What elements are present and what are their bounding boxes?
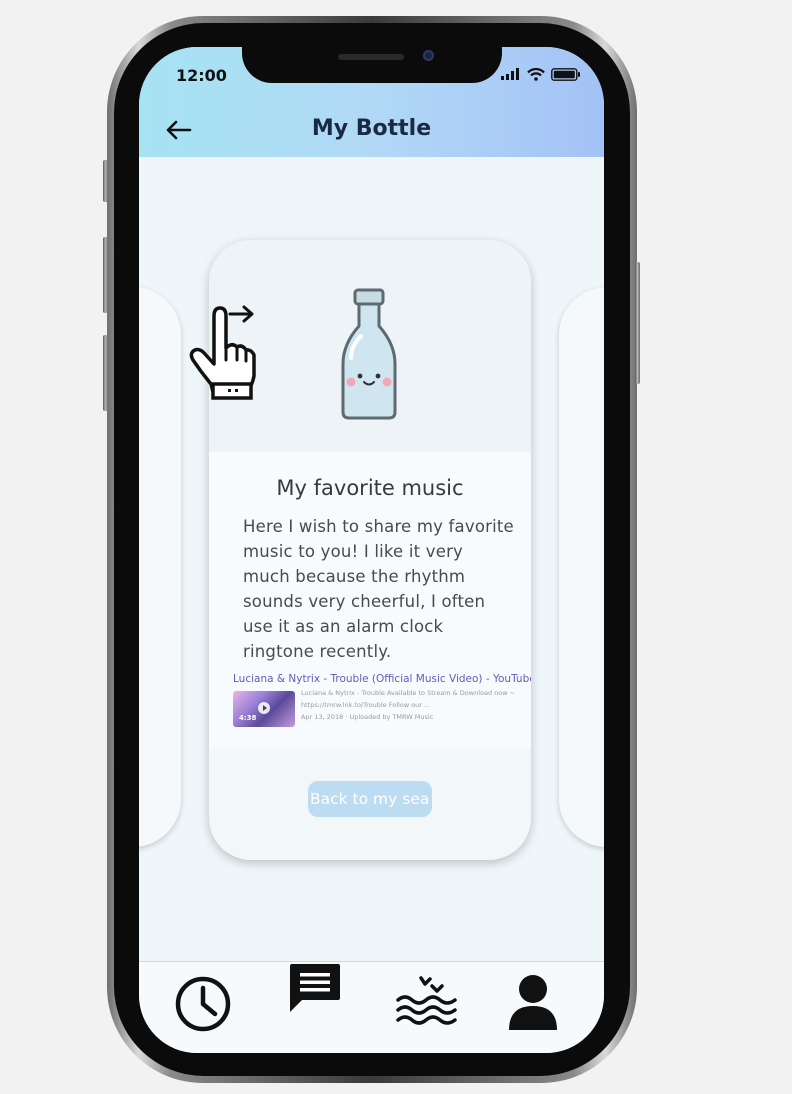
link-snippet-line-3: Apr 13, 2018 · Uploaded by TMRW Music xyxy=(301,713,434,721)
link-snippet-line-2: https://tmrw.lnk.to/Trouble Follow our .… xyxy=(301,701,431,709)
profile-icon[interactable] xyxy=(507,974,559,1032)
notch xyxy=(242,47,502,83)
app-header: 12:00 My Bottle xyxy=(139,47,604,157)
card-title: My favorite music xyxy=(276,476,464,500)
card-message: Here I wish to share my favorite music t… xyxy=(243,517,514,661)
speaker xyxy=(338,54,404,60)
bottle-icon xyxy=(341,288,397,420)
sea-icon[interactable] xyxy=(395,974,459,1026)
swipe-hand-icon xyxy=(189,305,256,400)
phone-volume-up xyxy=(103,237,108,313)
clock-icon[interactable] xyxy=(175,976,231,1032)
phone-power-button xyxy=(635,262,640,384)
status-icons xyxy=(501,67,581,81)
back-to-sea-button[interactable]: Back to my sea xyxy=(308,781,432,817)
battery-icon xyxy=(551,67,580,81)
play-icon xyxy=(258,702,270,714)
signal-icon xyxy=(501,68,519,80)
chat-icon[interactable] xyxy=(288,962,342,1014)
phone-mute-switch xyxy=(103,160,108,202)
wifi-icon xyxy=(527,67,545,81)
phone-volume-down xyxy=(103,335,108,411)
front-camera xyxy=(423,50,434,61)
phone-screen: 12:00 My Bottle My favorite music Here I… xyxy=(139,47,604,1053)
next-card-peek[interactable] xyxy=(559,287,604,847)
youtube-link-title[interactable]: Luciana & Nytrix - Trouble (Official Mus… xyxy=(233,673,531,685)
video-thumbnail[interactable]: 4:38 xyxy=(233,691,295,727)
previous-card-peek[interactable] xyxy=(139,287,181,847)
page-title: My Bottle xyxy=(311,116,432,141)
bottom-tab-bar xyxy=(139,961,604,1053)
link-snippet-line-1: Luciana & Nytrix - Trouble Available to … xyxy=(301,689,516,697)
status-time: 12:00 xyxy=(176,66,227,85)
video-duration: 4:38 xyxy=(239,714,257,722)
